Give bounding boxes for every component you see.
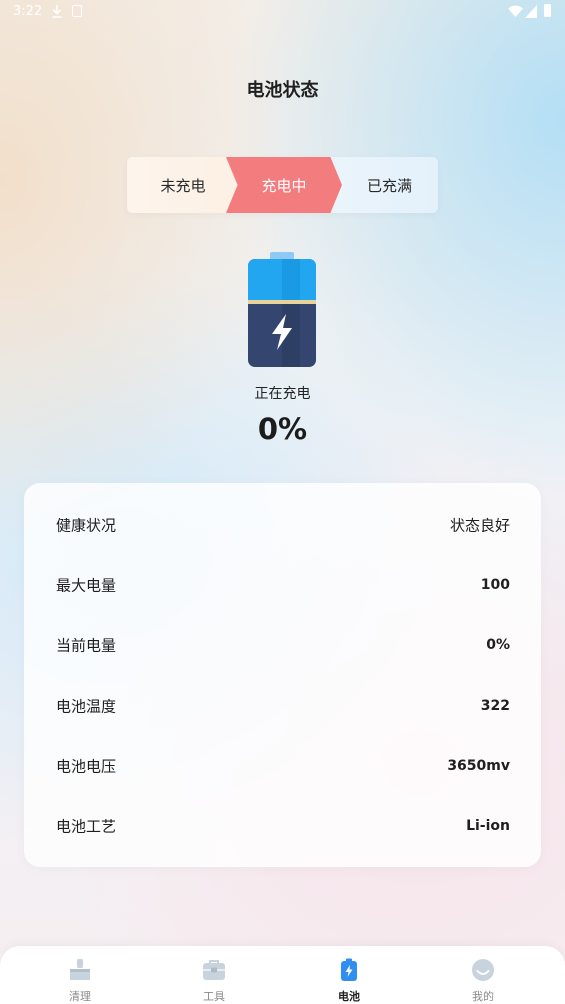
info-label: 电池温度 <box>56 697 117 716</box>
charging-stage-indicator: 未充电 已充满 充电中 <box>127 157 438 213</box>
info-value: 状态良好 <box>449 516 510 535</box>
nav-item-clean[interactable]: 清理 <box>35 946 125 1004</box>
battery-charging-icon <box>248 252 316 367</box>
info-row-voltage: 电池电压 3650mv <box>24 736 541 796</box>
nav-label: 我的 <box>472 990 494 1003</box>
stage-fully-charged: 已充满 <box>331 157 438 213</box>
broom-icon <box>70 959 90 980</box>
info-label: 健康状况 <box>56 516 117 535</box>
charging-status-text: 正在充电 <box>254 386 311 402</box>
toolbox-icon <box>203 960 225 980</box>
wifi-icon <box>508 5 523 17</box>
info-label: 最大电量 <box>56 576 117 595</box>
status-battery-icon <box>544 4 551 17</box>
download-icon <box>52 5 62 18</box>
info-label: 当前电量 <box>56 636 117 655</box>
stage-charging: 充电中 <box>226 157 342 213</box>
status-time: 3:22 <box>13 4 43 19</box>
nav-item-profile[interactable]: 我的 <box>438 946 528 1004</box>
notification-icon <box>72 5 82 17</box>
info-value: Li-ion <box>466 818 510 834</box>
profile-icon <box>472 959 494 981</box>
battery-info-card: 健康状况 状态良好 最大电量 100 当前电量 0% 电池温度 322 电池电压… <box>24 483 541 867</box>
info-value: 3650mv <box>447 758 510 774</box>
info-label: 电池电压 <box>56 757 117 776</box>
status-bar: 3:22 <box>0 0 565 26</box>
nav-label: 清理 <box>69 990 91 1003</box>
nav-item-tools[interactable]: 工具 <box>169 946 259 1004</box>
nav-label: 电池 <box>338 990 360 1003</box>
charge-percent: 0% <box>257 412 308 446</box>
info-row-max-capacity: 最大电量 100 <box>24 555 541 615</box>
info-value: 100 <box>480 577 510 593</box>
bottom-nav: 清理 工具 电池 我的 <box>0 946 565 1004</box>
page-title: 电池状态 <box>246 80 319 101</box>
nav-item-battery[interactable]: 电池 <box>304 946 394 1004</box>
info-row-technology: 电池工艺 Li-ion <box>24 796 541 856</box>
info-row-current-level: 当前电量 0% <box>24 615 541 675</box>
info-label: 电池工艺 <box>56 817 117 836</box>
nav-label: 工具 <box>203 990 225 1003</box>
battery-icon <box>341 958 357 981</box>
info-row-health: 健康状况 状态良好 <box>24 495 541 555</box>
info-value: 0% <box>486 637 510 653</box>
stage-not-charging: 未充电 <box>127 157 247 213</box>
info-value: 322 <box>480 698 510 714</box>
info-row-temperature: 电池温度 322 <box>24 676 541 736</box>
signal-icon <box>525 5 537 18</box>
